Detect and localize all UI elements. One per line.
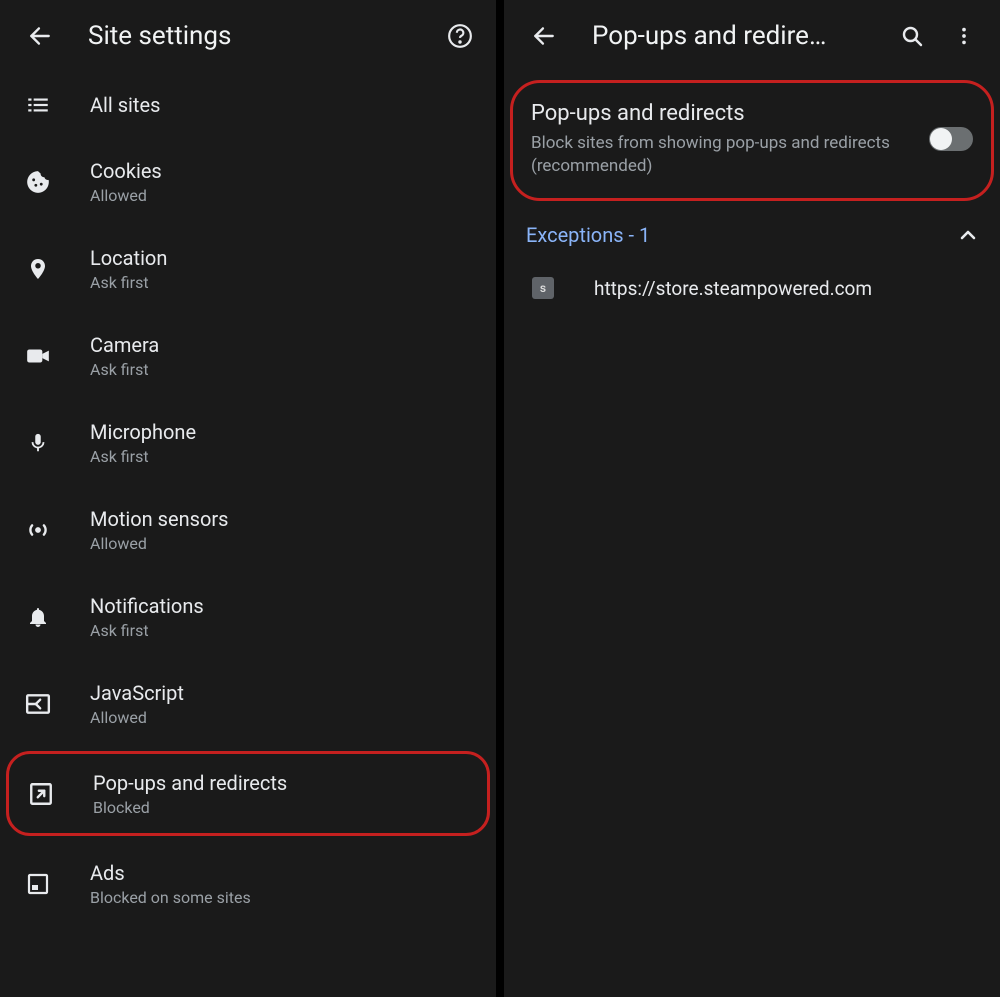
exceptions-label: Exceptions - 1 <box>526 223 956 247</box>
row-sub: Blocked on some sites <box>90 888 251 907</box>
location-icon <box>22 255 54 283</box>
mic-icon <box>22 429 54 457</box>
exception-item[interactable]: s https://store.steampowered.com <box>504 261 1000 316</box>
exceptions-header[interactable]: Exceptions - 1 <box>504 201 1000 261</box>
row-label: JavaScript <box>90 680 184 706</box>
cookie-icon <box>22 169 54 195</box>
arrow-back-icon <box>531 23 557 49</box>
bell-icon <box>22 604 54 630</box>
switch-knob <box>930 128 952 150</box>
settings-row-motion[interactable]: Motion sensors Allowed <box>0 486 496 573</box>
row-label: Notifications <box>90 593 204 619</box>
popups-detail-panel: Pop-ups and redire… Pop-ups and redirect… <box>504 0 1000 997</box>
toggle-sub: Block sites from showing pop-ups and red… <box>531 132 917 178</box>
overflow-menu-button[interactable] <box>944 16 984 56</box>
search-icon <box>900 24 924 48</box>
search-button[interactable] <box>892 16 932 56</box>
row-label: Microphone <box>90 419 196 445</box>
popups-header: Pop-ups and redire… <box>504 0 1000 72</box>
row-label: Location <box>90 245 167 271</box>
back-button[interactable] <box>524 16 564 56</box>
row-sub: Allowed <box>90 534 229 553</box>
highlight-popups: Pop-ups and redirects Blocked <box>6 751 490 836</box>
row-sub: Allowed <box>90 708 184 727</box>
settings-row-notifications[interactable]: Notifications Ask first <box>0 573 496 660</box>
help-button[interactable] <box>440 16 480 56</box>
row-label: Motion sensors <box>90 506 229 532</box>
settings-row-camera[interactable]: Camera Ask first <box>0 312 496 399</box>
chevron-up-icon <box>956 223 980 247</box>
row-label: All sites <box>90 92 160 118</box>
row-sub: Ask first <box>90 273 167 292</box>
camera-icon <box>22 346 54 366</box>
settings-row-cookies[interactable]: Cookies Allowed <box>0 138 496 225</box>
settings-row-microphone[interactable]: Microphone Ask first <box>0 399 496 486</box>
row-sub: Ask first <box>90 621 204 640</box>
row-label: Ads <box>90 860 251 886</box>
row-label: Camera <box>90 332 159 358</box>
exception-url: https://store.steampowered.com <box>594 277 872 300</box>
page-title: Site settings <box>88 21 440 51</box>
row-sub: Allowed <box>90 186 162 205</box>
popup-icon <box>25 781 57 807</box>
popups-toggle-switch[interactable] <box>929 127 973 151</box>
arrow-back-icon <box>27 23 53 49</box>
page-title: Pop-ups and redire… <box>592 21 892 51</box>
ads-icon <box>22 872 54 896</box>
row-label: Cookies <box>90 158 162 184</box>
settings-row-location[interactable]: Location Ask first <box>0 225 496 312</box>
row-sub: Ask first <box>90 447 196 466</box>
row-sub: Blocked <box>93 798 287 817</box>
row-label: Pop-ups and redirects <box>93 770 287 796</box>
settings-row-ads[interactable]: Ads Blocked on some sites <box>0 840 496 927</box>
help-icon <box>447 23 473 49</box>
list-icon <box>22 92 54 118</box>
settings-row-popups[interactable]: Pop-ups and redirects Blocked <box>9 754 487 833</box>
motion-icon <box>22 519 54 541</box>
back-button[interactable] <box>20 16 60 56</box>
javascript-icon <box>22 693 54 715</box>
site-settings-panel: Site settings All sites Cookies Allowed <box>0 0 496 997</box>
settings-row-all-sites[interactable]: All sites <box>0 72 496 138</box>
more-vert-icon <box>953 25 975 47</box>
settings-row-javascript[interactable]: JavaScript Allowed <box>0 660 496 747</box>
toggle-card-popups: Pop-ups and redirects Block sites from s… <box>510 80 994 201</box>
row-sub: Ask first <box>90 360 159 379</box>
toggle-title: Pop-ups and redirects <box>531 101 917 126</box>
site-favicon: s <box>532 277 554 299</box>
site-settings-header: Site settings <box>0 0 496 72</box>
